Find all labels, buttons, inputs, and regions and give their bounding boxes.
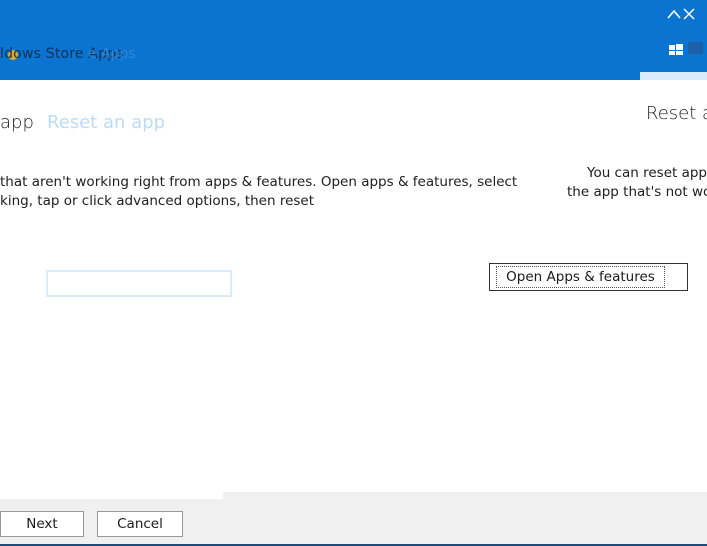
next-button[interactable]: Next (0, 511, 84, 537)
title-bar: ldows Store Apps e Apps (0, 0, 707, 80)
windows-logo-icon (669, 42, 703, 55)
title-accent-strip (640, 72, 707, 80)
page-heading-right: Reset a (646, 103, 707, 124)
next-button-label: Next (26, 516, 58, 532)
window-title-ghost: e Apps (88, 46, 136, 62)
chevron-up-icon[interactable] (666, 8, 682, 20)
instructions-text-right: You can reset app the app that's not wor (567, 164, 707, 202)
close-icon[interactable] (683, 8, 695, 20)
cancel-button-label: Cancel (117, 516, 163, 532)
open-apps-features-button[interactable]: Open Apps & features (489, 263, 688, 291)
instructions-right-line-2: the app that's not wor (567, 184, 707, 200)
page-heading-ghost: Reset an app (47, 112, 166, 133)
page-heading: app (0, 112, 34, 133)
instructions-line-2: king, tap or click advanced options, the… (0, 193, 315, 209)
ghost-button-outline (46, 270, 232, 297)
instructions-line-1: that aren't working right from apps & fe… (0, 174, 518, 190)
cancel-button[interactable]: Cancel (97, 511, 183, 537)
footer-divider (0, 492, 223, 499)
open-apps-features-label: Open Apps & features (496, 266, 665, 288)
instructions-right-line-1: You can reset app (587, 165, 707, 181)
instructions-text: that aren't working right from apps & fe… (0, 173, 520, 211)
